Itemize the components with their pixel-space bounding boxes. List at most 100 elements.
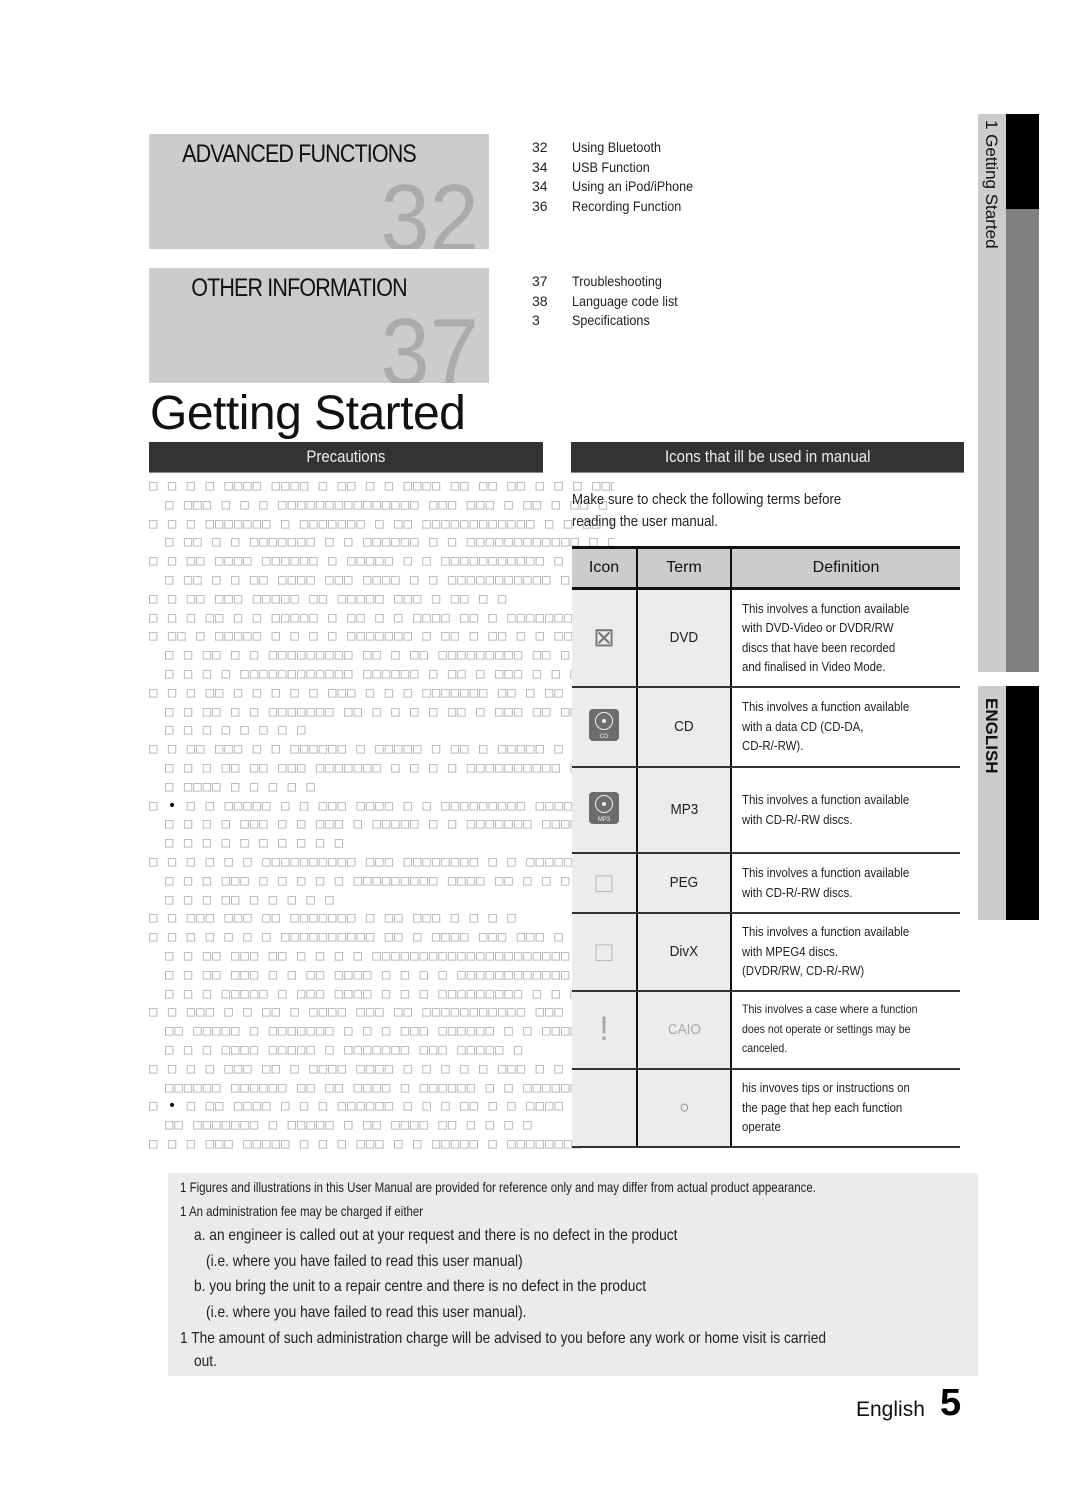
definition-line: This involves a function available xyxy=(742,865,910,880)
precaution-line: □ □ □ □ □ □ □ □ xyxy=(165,722,307,739)
caution-icon: ! xyxy=(599,1010,609,1048)
precaution-line: □ □ □ □□ □ □ □ □ □ xyxy=(165,891,335,908)
icons-intro-line: reading the user manual. xyxy=(572,513,719,530)
side-tab-marker xyxy=(1006,114,1039,209)
footer-language: English xyxy=(856,1398,925,1421)
icons-heading: Icons that ill be used in manual xyxy=(664,447,871,466)
precaution-line: □□ □□□□□□□ □ □□□□□ □ □□ □□□□ □□ □ □ □ □ xyxy=(165,1117,533,1134)
table-row: ⊠ DVD This involves a function available… xyxy=(572,588,960,688)
side-tab-english[interactable]: ENGLISH xyxy=(978,686,1006,920)
definition-line: This involves a function available xyxy=(742,792,910,807)
precaution-line: □ □ □□ □□□ □□□□□ □□ □□□□□ □□□ □ □□ □ □ xyxy=(149,590,508,607)
precaution-line: □ □ □□ □□□ □□ □ □ □ □ □□□□□□□□□□□□□□□□□□… xyxy=(165,947,609,964)
toc-item[interactable]: 34 Using an iPod/iPhone xyxy=(532,177,707,197)
precaution-line: □ □ □□□ □□□ □□ □□□□□□□ □ □□ □□□ □ □ □ □ xyxy=(149,910,517,927)
definition-line: canceled. xyxy=(742,1041,788,1056)
precaution-line: □ □□ □ □ □□ □□□□ □□□ □□□□ □ □ □□□□□□□□□□… xyxy=(165,571,614,588)
notes-box: 1 Figures and illustrations in this User… xyxy=(168,1173,978,1376)
definition-line: and finalised in Video Mode. xyxy=(742,659,886,675)
toc-page: 36 xyxy=(532,197,548,214)
toc-page: 34 xyxy=(532,178,548,195)
chapter-number: 37 xyxy=(380,299,479,384)
toc-item[interactable]: 36 Recording Function xyxy=(532,197,707,217)
precaution-line: □ □ □ □□ □ □ □ □ □ □□□ □ □ □ □□□□□□□ □□ … xyxy=(149,684,614,701)
toc-label: Troubleshooting xyxy=(572,273,662,289)
icons-table: Icon Term Definition ⊠ DVD This involves… xyxy=(572,546,960,1148)
note-icon: ○ xyxy=(679,1097,689,1117)
toc-label: Language code list xyxy=(572,292,678,309)
definition-line: This involves a case where a function xyxy=(742,1002,918,1017)
toc-page: 3 xyxy=(532,312,540,329)
precaution-line: □ □ □□ □□□ □ □ □□ □□□□ □ □ □ □ □□□□□□□□□… xyxy=(165,966,609,983)
icons-heading-bar: Icons that ill be used in manual xyxy=(571,442,964,473)
precaution-line: □ □ □ □ □ □ □□□□□□□□□□ □□□ □□□□□□□□ □ □ … xyxy=(149,853,574,870)
toc-page: 38 xyxy=(532,292,548,309)
note-line: a. an engineer is called out at your req… xyxy=(194,1227,678,1244)
precaution-line: □ □ □ □ □□□ □□ □ □□□□ □□□□ □ □ □ □ □ □□□… xyxy=(149,1060,614,1077)
side-tab-getting-started[interactable]: 1 Getting Started xyxy=(978,114,1006,672)
chapter-number: 32 xyxy=(380,165,479,250)
term: PEG xyxy=(669,874,699,891)
side-tab-label: ENGLISH xyxy=(982,698,1001,774)
note-line: 1 An administration fee may be charged i… xyxy=(180,1203,424,1219)
definition-line: CD-R/-RW). xyxy=(742,738,804,754)
precaution-line: □ □ □ □□□□ □□□□□ □ □□□□□□□ □□□ □□□□□ □ xyxy=(165,1041,524,1058)
icons-intro-line: Make sure to check the following terms b… xyxy=(572,491,842,508)
definition-line: with a data CD (CD-DA, xyxy=(742,718,864,734)
toc-list-other: 37 Troubleshooting 38 Language code list 3… xyxy=(532,272,690,331)
page-title: Getting Started xyxy=(150,387,466,440)
precaution-line: □ □ □□ □□□ □ □ □□□□□□ □ □□□□□ □ □□ □ □□□… xyxy=(149,741,614,758)
table-header-row: Icon Term Definition xyxy=(572,546,960,590)
precaution-line: □ □ □ □ □□□ □ □ □□□ □ □□□□□ □ □ □□□□□□□ … xyxy=(165,816,614,833)
definition-line: with MPEG4 discs. xyxy=(742,943,839,959)
side-tab-strip xyxy=(1006,209,1039,672)
toc-label: Recording Function xyxy=(572,197,682,214)
precaution-line: □ □ □ □ □ □ □ □ □ □ xyxy=(165,835,345,852)
toc-item[interactable]: 37 Troubleshooting xyxy=(532,272,690,292)
table-row: CD CD This involves a function available… xyxy=(572,686,960,768)
divx-icon: □ xyxy=(595,935,613,967)
table-row: MP3 MP3 This involves a function availab… xyxy=(572,766,960,854)
column-header-icon: Icon xyxy=(572,546,638,590)
precaution-line: □ □ □□ □□□□ □□□□□□ □ □□□□□ □ □ □□□□□□□□□… xyxy=(149,553,614,570)
table-row: ○ his invoves tips or instructions on th… xyxy=(572,1068,960,1148)
toc-item[interactable]: 3 Specifications xyxy=(532,311,690,331)
precaution-line: □ • □ □ □□□□□ □ □ □□□ □□□□ □ □ □□□□□□□□□… xyxy=(149,797,593,814)
note-line: out. xyxy=(194,1353,217,1370)
table-row: ! CAIO This involves a case where a func… xyxy=(572,990,960,1070)
term: MP3 xyxy=(670,801,698,818)
precaution-line: □ □ □ □□ □□ □□□ □□□□□□□ □ □ □ □ □□□□□□□□… xyxy=(165,759,614,776)
table-row: □ DivX This involves a function availabl… xyxy=(572,912,960,992)
definition-line: discs that have been recorded xyxy=(742,639,896,655)
toc-page: 37 xyxy=(532,273,548,289)
chapter-box-advanced-functions: ADVANCED FUNCTIONS 32 xyxy=(149,134,489,249)
precaution-line: □ □ □□□ □ □ □□ □ □□□□ □□□ □□ □□□□□□□□□□□… xyxy=(149,1004,614,1021)
mp3-icon: MP3 xyxy=(589,792,619,824)
note-line: (i.e. where you have failed to read this… xyxy=(206,1253,523,1270)
precaution-line: □□ □□□□□ □ □□□□□□□ □ □ □ □□□ □□□□□□ □ □ … xyxy=(165,1023,599,1040)
toc-item[interactable]: 34 USB Function xyxy=(532,158,707,178)
definition-line: This involves a function available xyxy=(742,924,910,940)
precautions-heading-bar: Precautions xyxy=(149,442,543,473)
note-line: b. you bring the unit to a repair centre… xyxy=(194,1278,647,1295)
column-header-term: Term xyxy=(637,546,732,590)
toc-label: Using an iPod/iPhone xyxy=(572,178,694,195)
definition-line: his invoves tips or instructions on xyxy=(742,1080,910,1096)
precaution-line: □ □ □ □ □□□□□□□□□□□□ □□□□□□ □ □□ □ □□□ □… xyxy=(165,665,580,682)
icons-intro: Make sure to check the following terms b… xyxy=(572,489,878,533)
precaution-line: □ □ □ □□□□□□□ □ □□□□□□□ □ □□ □□□□□□□□□□□… xyxy=(149,515,614,532)
term: CD xyxy=(674,718,694,735)
precaution-line: □ □ □ □□□ □ □ □ □ □ □□□□□□□□□ □□□□ □□ □ … xyxy=(165,872,614,889)
definition-line: (DVDR/RW, CD-R/-RW) xyxy=(742,963,865,979)
definition-line: with CD-R/-RW discs. xyxy=(742,811,853,827)
definition-line: with DVD-Video or DVDR/RW xyxy=(742,620,894,636)
note-line: 1 Figures and illustrations in this User… xyxy=(180,1179,816,1195)
precaution-line: □ □ □□ □ □ □□□□□□□□□ □□ □ □□ □□□□□□□□□ □… xyxy=(165,647,614,664)
toc-item[interactable]: 32 Using Bluetooth xyxy=(532,138,707,158)
precaution-line: □ □ □ □□□□□ □ □□□ □□□□ □ □ □ □□□□□□□□□ □… xyxy=(165,985,580,1002)
definition-line: This involves a function available xyxy=(742,699,910,715)
toc-item[interactable]: 38 Language code list xyxy=(532,292,690,312)
definition-line: This involves a function available xyxy=(742,600,910,616)
precaution-line: □ □ □ □□ □ □ □□□□□ □ □□ □ □ □□□□ □□ □ □□… xyxy=(149,609,614,626)
note-line: (i.e. where you have failed to read this… xyxy=(206,1304,527,1321)
